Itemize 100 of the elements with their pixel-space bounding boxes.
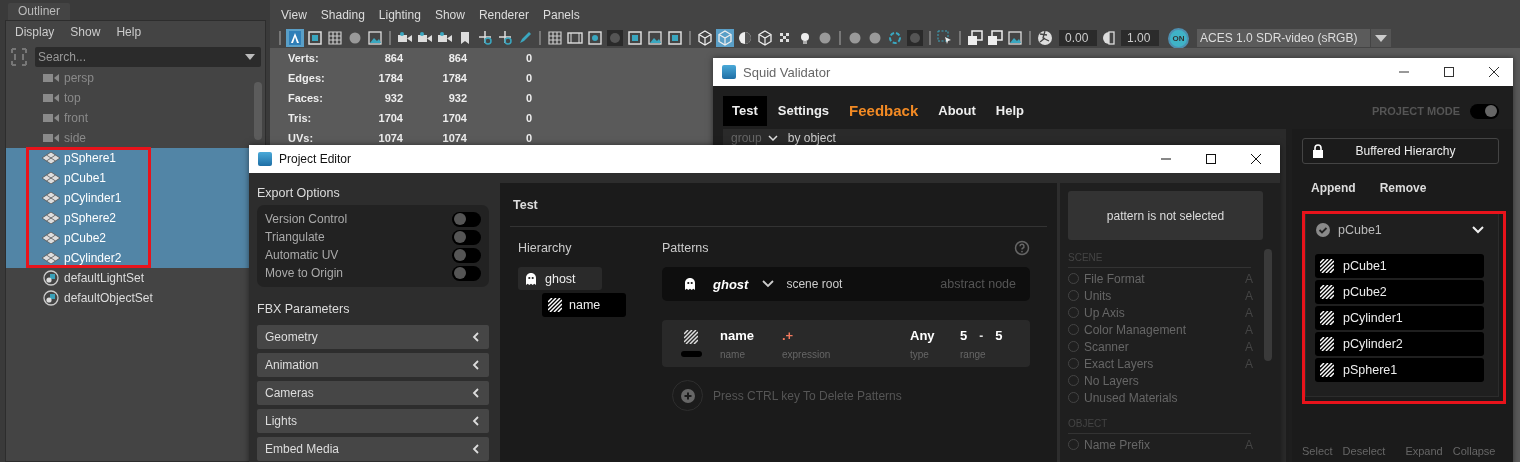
tree-item[interactable]: pCylinder1	[1315, 306, 1484, 330]
search-input[interactable]: Search...	[38, 50, 245, 64]
outliner-item[interactable]: defaultObjectSet	[6, 288, 249, 308]
menu-item[interactable]: Display	[15, 25, 55, 39]
outliner-tab[interactable]: Outliner	[8, 3, 70, 20]
action-link[interactable]: Remove	[1379, 181, 1427, 195]
close-icon[interactable]	[1250, 153, 1262, 165]
film-icon[interactable]	[566, 29, 584, 47]
plus-icon[interactable]	[680, 388, 695, 403]
tree-node-label[interactable]: pCube1	[1338, 223, 1382, 237]
pattern-name[interactable]: name	[720, 327, 782, 344]
mesh-icon	[42, 152, 60, 164]
windows-icon[interactable]	[966, 29, 984, 47]
axes-icon[interactable]	[476, 29, 494, 47]
dropdown-icon[interactable]	[245, 54, 255, 60]
stat-value: 0	[524, 112, 532, 124]
close-icon[interactable]	[1488, 66, 1500, 78]
menu-item[interactable]: View	[281, 8, 307, 22]
toggle-switch[interactable]	[452, 229, 481, 245]
chevron-icon[interactable]	[767, 135, 778, 141]
windows-icon[interactable]	[986, 29, 1004, 47]
stat-label: Tris:	[288, 112, 313, 124]
tab[interactable]: Settings	[768, 96, 839, 126]
label-icon[interactable]	[286, 29, 304, 47]
mesh-icon	[42, 252, 60, 264]
menu-item[interactable]: Help	[116, 25, 142, 39]
help-icon[interactable]	[1014, 240, 1030, 256]
menu-item[interactable]: Lighting	[378, 8, 421, 22]
maximize-icon[interactable]	[1443, 66, 1455, 78]
stat-value: 932	[447, 92, 467, 104]
outliner-item[interactable]: pCylinder2	[6, 248, 249, 268]
exposure-field[interactable]: 0.00	[1059, 30, 1097, 46]
accordion-header[interactable]: Geometry	[257, 325, 489, 349]
hatch-icon	[684, 330, 698, 344]
tab[interactable]: Feedback	[840, 96, 928, 126]
menu-item[interactable]: Renderer	[478, 8, 529, 22]
gamma-field[interactable]: 1.00	[1121, 30, 1159, 46]
color-pill[interactable]	[680, 351, 702, 357]
maximize-icon[interactable]	[1205, 153, 1217, 165]
scrollbar[interactable]	[1264, 249, 1272, 361]
stat-value: 1074	[377, 132, 403, 144]
menu-item[interactable]: Shading	[320, 8, 365, 22]
hierarchy-node[interactable]: ghost	[518, 267, 602, 290]
tree-item[interactable]: pCube2	[1315, 280, 1484, 304]
tree-item[interactable]: pSphere1	[1315, 358, 1484, 382]
app-logo-icon	[722, 65, 736, 79]
menu-item[interactable]: Show	[434, 8, 465, 22]
picture-icon[interactable]	[366, 29, 384, 47]
tree-item[interactable]: pCylinder2	[1315, 332, 1484, 356]
square-icon[interactable]	[586, 29, 604, 47]
accordion-header[interactable]: Animation	[257, 353, 489, 377]
ring-icon[interactable]	[886, 29, 904, 47]
tab[interactable]: Help	[986, 96, 1033, 126]
axes-icon[interactable]	[496, 29, 514, 47]
range-min[interactable]: 5	[960, 327, 968, 344]
hierarchy-node[interactable]: name	[542, 293, 626, 317]
chevron-icon[interactable]	[762, 280, 775, 288]
half-sphere-icon[interactable]	[736, 29, 754, 47]
tree-item[interactable]: pCube1	[1315, 254, 1484, 278]
outliner-item[interactable]: defaultLightSet	[6, 268, 249, 288]
frame-icon[interactable]	[626, 29, 644, 47]
pattern-expression[interactable]: .+	[782, 327, 910, 344]
buffered-hierarchy-button[interactable]: Buffered Hierarchy	[1302, 138, 1499, 164]
action-link[interactable]: Append	[1311, 181, 1356, 195]
accordion-header[interactable]: Embed Media	[257, 437, 489, 461]
gamma-icon[interactable]	[1102, 29, 1116, 47]
outliner-item[interactable]: pCube2	[6, 228, 249, 248]
outliner-item[interactable]: pCylinder1	[6, 188, 249, 208]
outliner-item[interactable]: pSphere2	[6, 208, 249, 228]
project-mode-toggle[interactable]	[1470, 103, 1499, 119]
grid-icon[interactable]	[326, 29, 344, 47]
scrollbar[interactable]	[254, 82, 262, 140]
outliner-item[interactable]: pSphere1	[6, 148, 249, 168]
stat-label: UVs:	[288, 132, 315, 144]
stat-label: Verts:	[288, 52, 320, 64]
search-field[interactable]: Search...	[35, 47, 261, 67]
cube-icon[interactable]	[696, 29, 714, 47]
view-transform-toggle[interactable]: ON	[1168, 27, 1189, 49]
toggle-switch[interactable]	[452, 211, 481, 227]
tab[interactable]: About	[929, 96, 985, 126]
frame-icon[interactable]	[666, 29, 684, 47]
cube-icon[interactable]	[756, 29, 774, 47]
picture-icon[interactable]	[646, 29, 664, 47]
mesh-icon	[42, 212, 60, 224]
menu-item[interactable]: Show	[70, 25, 101, 39]
tab[interactable]: Test	[723, 96, 767, 126]
range-max[interactable]: 5	[995, 327, 1003, 344]
menu-item[interactable]: Panels	[542, 8, 580, 22]
pattern-type[interactable]: Any	[910, 327, 960, 344]
toggle-switch[interactable]	[452, 247, 481, 263]
frame-icon[interactable]	[306, 29, 324, 47]
outliner-item[interactable]: pCube1	[6, 168, 249, 188]
accordion-header[interactable]: Lights	[257, 409, 489, 433]
accordion-header[interactable]: Cameras	[257, 381, 489, 405]
toggle-switch[interactable]	[452, 265, 481, 281]
dropdown-icon[interactable]	[1375, 34, 1387, 42]
color-space-dropdown[interactable]: ACES 1.0 SDR-video (sRGB)	[1197, 29, 1391, 47]
grid-icon[interactable]	[546, 29, 564, 47]
picture-icon[interactable]	[1006, 29, 1024, 47]
aperture-icon[interactable]	[1036, 29, 1054, 47]
